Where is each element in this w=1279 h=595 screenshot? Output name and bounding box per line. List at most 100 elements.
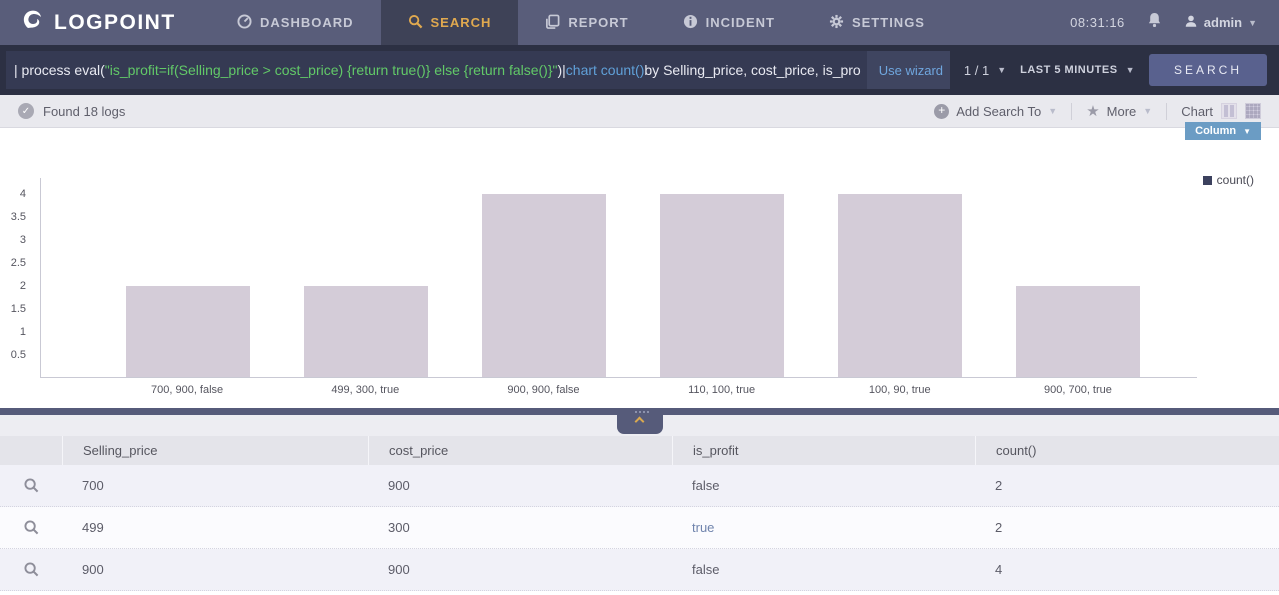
- x-axis-category-label: 900, 700, true: [989, 378, 1167, 396]
- user-icon: [1184, 14, 1198, 31]
- more-button[interactable]: ★ More ▼: [1086, 102, 1152, 120]
- nav-item-settings[interactable]: SETTINGS: [802, 0, 952, 45]
- nav-label: DASHBOARD: [260, 15, 354, 30]
- cell-selling-price: 499: [62, 520, 368, 535]
- results-table: Selling_price cost_price is_profit count…: [0, 436, 1279, 591]
- cell-cost-price: 900: [368, 562, 672, 577]
- star-icon: ★: [1086, 102, 1099, 120]
- chart-legend: count(): [1203, 173, 1254, 187]
- chart-view-toggle: Chart: [1181, 103, 1261, 119]
- bar-499-300-true[interactable]: [304, 286, 429, 377]
- chevron-down-icon: ▼: [1048, 106, 1057, 116]
- username: admin: [1204, 15, 1242, 30]
- pagination-value: 1 / 1: [964, 63, 989, 78]
- use-wizard-link[interactable]: Use wizard: [867, 51, 950, 89]
- grid-view-icon[interactable]: [1245, 103, 1261, 119]
- nav-item-incident[interactable]: INCIDENT: [656, 0, 802, 45]
- x-axis-category-label: 100, 90, true: [811, 378, 989, 396]
- report-pages-icon: [545, 14, 560, 32]
- magnifier-icon: [24, 562, 39, 577]
- time-range-value: LAST 5 MINUTES: [1020, 64, 1117, 76]
- table-header-cost-price[interactable]: cost_price: [368, 436, 672, 465]
- notifications-bell-icon[interactable]: [1147, 12, 1162, 33]
- nav-item-search[interactable]: SEARCH: [381, 0, 519, 45]
- chevron-down-icon: ▼: [1248, 18, 1257, 28]
- add-search-to-button[interactable]: + Add Search To ▼: [934, 104, 1057, 119]
- time-range-picker[interactable]: LAST 5 MINUTES ▼: [1020, 64, 1135, 76]
- nav-label: REPORT: [568, 15, 628, 30]
- bar-cell: [99, 178, 277, 377]
- found-logs-text: Found 18 logs: [43, 104, 125, 119]
- logpoint-logo-icon: [20, 7, 46, 38]
- query-segment: )|: [557, 62, 565, 78]
- cell-selling-price: 900: [62, 562, 368, 577]
- check-circle-icon: ✓: [18, 103, 34, 119]
- cell-is-profit: false: [672, 478, 975, 493]
- bar-900-900-false[interactable]: [482, 194, 607, 377]
- table-header-count[interactable]: count(): [975, 436, 1279, 465]
- nav-item-report[interactable]: REPORT: [518, 0, 655, 45]
- bar-110-100-true[interactable]: [660, 194, 785, 377]
- cell-is-profit: true: [672, 520, 975, 535]
- gear-icon: [829, 14, 844, 32]
- chart-type-label: Column: [1195, 125, 1236, 137]
- chevron-down-icon: ▼: [1243, 127, 1251, 136]
- bar-cell: [455, 178, 633, 377]
- cell-count: 2: [975, 478, 1279, 493]
- query-input[interactable]: | process eval("is_profit=if(Selling_pri…: [6, 51, 950, 89]
- cell-count: 4: [975, 562, 1279, 577]
- bar-900-700-true[interactable]: [1016, 286, 1141, 377]
- column-chart-view-icon[interactable]: [1221, 103, 1237, 119]
- query-segment-command: chart count(): [566, 62, 645, 78]
- status-bar-actions: + Add Search To ▼ ★ More ▼ Chart: [934, 102, 1261, 120]
- legend-swatch: [1203, 176, 1212, 185]
- result-pagination[interactable]: 1 / 1 ▼: [964, 63, 1006, 78]
- chart-table-splitter[interactable]: [0, 408, 1279, 415]
- info-circle-icon: [683, 14, 698, 32]
- inspect-row-button[interactable]: [0, 520, 62, 535]
- table-row[interactable]: 900 900 false 4: [0, 549, 1279, 591]
- divider: [1166, 103, 1167, 120]
- search-query-bar: | process eval("is_profit=if(Selling_pri…: [0, 45, 1279, 95]
- bar-cell: [633, 178, 811, 377]
- nav-item-dashboard[interactable]: DASHBOARD: [210, 0, 381, 45]
- chevron-down-icon: ▼: [997, 65, 1006, 75]
- table-row[interactable]: 700 900 false 2: [0, 465, 1279, 507]
- dashboard-gauge-icon: [237, 14, 252, 32]
- search-icon: [408, 14, 423, 32]
- cell-count: 2: [975, 520, 1279, 535]
- bar-cell: [277, 178, 455, 377]
- logpoint-logo[interactable]: LOGPOINT: [0, 0, 210, 45]
- table-header-is-profit[interactable]: is_profit: [672, 436, 975, 465]
- bar-100-90-true[interactable]: [838, 194, 963, 377]
- bar-700-900-false[interactable]: [126, 286, 251, 377]
- chart-label: Chart: [1181, 104, 1213, 119]
- inspect-row-button[interactable]: [0, 478, 62, 493]
- bar-chart-plot: [40, 178, 1197, 378]
- table-header-selling-price[interactable]: Selling_price: [62, 436, 368, 465]
- logo-wordmark: LOGPOINT: [54, 11, 176, 35]
- divider: [1071, 103, 1072, 120]
- status-bar: ✓ Found 18 logs + Add Search To ▼ ★ More…: [0, 95, 1279, 128]
- nav-label: SEARCH: [431, 15, 492, 30]
- plus-circle-icon: +: [934, 104, 949, 119]
- table-row[interactable]: 499 300 true 2: [0, 507, 1279, 549]
- query-segment-string: "is_profit=if(Selling_price > cost_price…: [105, 62, 558, 78]
- more-label: More: [1107, 104, 1137, 119]
- add-search-to-label: Add Search To: [956, 104, 1041, 119]
- chevron-up-icon: [635, 417, 645, 427]
- x-axis-labels: 700, 900, false499, 300, true900, 900, f…: [40, 378, 1197, 396]
- inspect-row-button[interactable]: [0, 562, 62, 577]
- cell-is-profit: false: [672, 562, 975, 577]
- collapse-chart-handle[interactable]: [617, 415, 663, 434]
- grip-dots-icon: [639, 411, 641, 413]
- navbar-right: 08:31:16 admin ▼: [1070, 0, 1279, 45]
- search-button[interactable]: SEARCH: [1149, 54, 1267, 86]
- user-menu[interactable]: admin ▼: [1184, 14, 1257, 31]
- table-header-empty: [0, 436, 62, 465]
- chart-type-column-button[interactable]: Column ▼: [1185, 122, 1261, 140]
- x-axis-category-label: 110, 100, true: [633, 378, 811, 396]
- cell-selling-price: 700: [62, 478, 368, 493]
- magnifier-icon: [24, 520, 39, 535]
- plot-wrap: 700, 900, false499, 300, true900, 900, f…: [0, 178, 1197, 396]
